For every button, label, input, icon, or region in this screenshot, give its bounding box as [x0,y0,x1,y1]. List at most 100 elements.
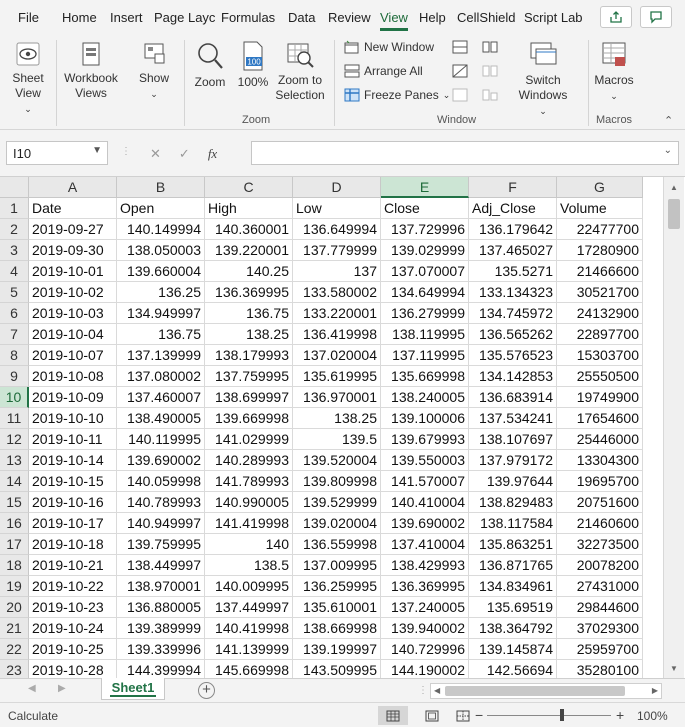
data-cell[interactable]: 142.56694 [469,660,557,678]
data-cell[interactable]: 138.364792 [469,618,557,639]
header-cell[interactable]: Open [117,198,205,219]
data-cell[interactable]: 137.119995 [381,345,469,366]
data-cell[interactable]: 139.690002 [381,513,469,534]
insert-function-icon[interactable]: fx [208,146,217,162]
data-cell[interactable]: 22897700 [557,324,643,345]
data-cell[interactable]: 2019-10-14 [29,450,117,471]
data-cell[interactable]: 141.029999 [205,429,293,450]
row-header[interactable]: 4 [0,261,29,282]
macros-button[interactable]: Macros ⌄ [592,40,636,102]
data-cell[interactable]: 140.25 [205,261,293,282]
show-button[interactable]: Show ⌄ [132,40,176,100]
column-header-c[interactable]: C [205,177,293,198]
data-cell[interactable]: 139.679993 [381,429,469,450]
scroll-left-icon[interactable]: ◀ [434,686,440,695]
data-cell[interactable]: 139.809998 [293,471,381,492]
data-cell[interactable]: 141.419998 [205,513,293,534]
data-cell[interactable]: 139.529999 [293,492,381,513]
data-cell[interactable]: 137.460007 [117,387,205,408]
data-cell[interactable]: 20751600 [557,492,643,513]
row-header[interactable]: 10 [0,387,29,408]
share-button[interactable] [600,6,632,28]
collapse-ribbon-icon[interactable]: ⌃ [664,114,673,127]
data-cell[interactable]: 139.029999 [381,240,469,261]
header-cell[interactable]: Volume [557,198,643,219]
data-cell[interactable]: 141.789993 [205,471,293,492]
row-header[interactable]: 20 [0,597,29,618]
sheet-view-button[interactable]: Sheet View ⌄ [6,40,50,115]
data-cell[interactable]: 136.559998 [293,534,381,555]
data-cell[interactable]: 138.5 [205,555,293,576]
data-cell[interactable]: 2019-10-28 [29,660,117,678]
data-cell[interactable]: 2019-10-07 [29,345,117,366]
name-box[interactable]: I10 ▼ [6,141,108,165]
data-cell[interactable]: 138.970001 [117,576,205,597]
data-cell[interactable]: 139.669998 [205,408,293,429]
data-cell[interactable]: 2019-10-03 [29,303,117,324]
row-header[interactable]: 21 [0,618,29,639]
data-cell[interactable]: 134.745972 [469,303,557,324]
data-cell[interactable]: 136.970001 [293,387,381,408]
page-layout-view-button[interactable] [417,706,447,725]
data-cell[interactable]: 25446000 [557,429,643,450]
menu-review[interactable]: Review [328,10,371,25]
normal-view-button[interactable] [378,706,408,725]
data-cell[interactable]: 135.610001 [293,597,381,618]
data-cell[interactable]: 21466600 [557,261,643,282]
zoom-out-icon[interactable]: − [475,707,483,723]
data-cell[interactable]: 143.509995 [293,660,381,678]
data-cell[interactable]: 13304300 [557,450,643,471]
zoom-in-icon[interactable]: + [616,707,624,723]
data-cell[interactable]: 137.410004 [381,534,469,555]
row-header[interactable]: 6 [0,303,29,324]
row-header[interactable]: 7 [0,324,29,345]
data-cell[interactable]: 136.649994 [293,219,381,240]
menu-home[interactable]: Home [62,10,97,25]
data-cell[interactable]: 136.369995 [381,576,469,597]
data-cell[interactable]: 136.25 [117,282,205,303]
column-header-f[interactable]: F [469,177,557,198]
data-cell[interactable]: 140.059998 [117,471,205,492]
data-cell[interactable]: 145.669998 [205,660,293,678]
data-cell[interactable]: 139.339996 [117,639,205,660]
row-header[interactable]: 18 [0,555,29,576]
data-cell[interactable]: 140.360001 [205,219,293,240]
horizontal-scroll-thumb[interactable] [445,686,625,696]
data-cell[interactable]: 139.220001 [205,240,293,261]
data-cell[interactable]: 15303700 [557,345,643,366]
check-icon[interactable]: ✓ [179,146,190,162]
data-cell[interactable]: 137.759995 [205,366,293,387]
workbook-views-button[interactable]: Workbook Views [60,40,122,101]
data-cell[interactable]: 2019-10-02 [29,282,117,303]
freeze-panes-button[interactable]: Freeze Panes ⌄ [344,88,450,102]
data-cell[interactable]: 137.729996 [381,219,469,240]
vertical-scrollbar[interactable]: ▲ ▼ [663,177,684,678]
menu-data[interactable]: Data [288,10,315,25]
data-cell[interactable]: 135.619995 [293,366,381,387]
column-header-b[interactable]: B [117,177,205,198]
zoom-button[interactable]: Zoom [190,40,230,90]
data-cell[interactable]: 139.389999 [117,618,205,639]
data-cell[interactable]: 140.410004 [381,492,469,513]
data-cell[interactable]: 139.145874 [469,639,557,660]
data-cell[interactable]: 137.240005 [381,597,469,618]
zoom-slider-track[interactable] [487,715,611,716]
data-cell[interactable]: 2019-10-16 [29,492,117,513]
row-header[interactable]: 11 [0,408,29,429]
data-cell[interactable]: 2019-10-10 [29,408,117,429]
row-header[interactable]: 5 [0,282,29,303]
row-header[interactable]: 8 [0,345,29,366]
data-cell[interactable]: 138.669998 [293,618,381,639]
data-cell[interactable]: 2019-10-24 [29,618,117,639]
data-cell[interactable]: 138.829483 [469,492,557,513]
row-header[interactable]: 1 [0,198,29,219]
comments-button[interactable] [640,6,672,28]
data-cell[interactable]: 22477700 [557,219,643,240]
row-header[interactable]: 2 [0,219,29,240]
data-cell[interactable]: 140.009995 [205,576,293,597]
data-cell[interactable]: 24132900 [557,303,643,324]
menu-cellshield[interactable]: CellShield [457,10,516,25]
data-cell[interactable]: 144.190002 [381,660,469,678]
row-header[interactable]: 16 [0,513,29,534]
menu-script-lab[interactable]: Script Lab [524,10,583,25]
